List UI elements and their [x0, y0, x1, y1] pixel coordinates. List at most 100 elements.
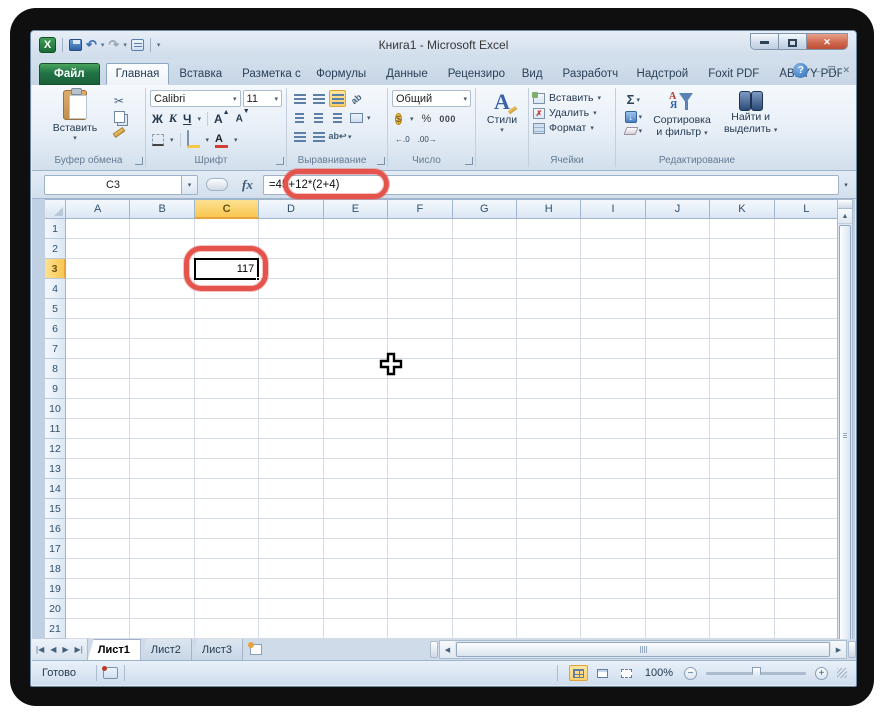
undo-dropdown-icon[interactable]: ▾ — [101, 41, 105, 49]
scroll-left-icon[interactable]: ◀ — [440, 641, 455, 658]
column-header-i[interactable]: I — [581, 199, 645, 219]
tab-данные[interactable]: Данные — [376, 63, 438, 85]
row-header-21[interactable]: 21 — [45, 619, 66, 639]
tab-надстрой[interactable]: Надстрой — [627, 63, 699, 85]
wrap-dropdown-icon[interactable]: ▾ — [348, 133, 352, 141]
grid-column-f[interactable] — [388, 219, 452, 639]
collapse-ribbon-icon[interactable]: ∧ — [780, 65, 787, 76]
borders-icon[interactable] — [152, 134, 164, 146]
number-dialog-launcher-icon[interactable] — [465, 157, 473, 165]
row-header-18[interactable]: 18 — [45, 559, 66, 579]
maximize-button[interactable] — [779, 34, 807, 50]
percent-style-button[interactable]: % — [422, 113, 432, 125]
borders-dropdown-icon[interactable]: ▾ — [170, 136, 174, 144]
first-sheet-icon[interactable]: |◀ — [36, 645, 44, 654]
help-icon[interactable]: ? — [793, 63, 808, 78]
fill-color-button[interactable] — [187, 131, 200, 148]
horizontal-split-handle[interactable] — [848, 641, 856, 658]
grid-column-k[interactable] — [710, 219, 774, 639]
font-family-select[interactable]: Calibri▾ — [150, 90, 241, 107]
align-center-button[interactable] — [310, 109, 327, 126]
redo-icon[interactable]: ↷ — [108, 37, 119, 53]
redo-dropdown-icon[interactable]: ▾ — [123, 41, 127, 49]
row-header-15[interactable]: 15 — [45, 499, 66, 519]
tab-главная[interactable]: Главная — [106, 63, 170, 85]
row-header-19[interactable]: 19 — [45, 579, 66, 599]
currency-dropdown-icon[interactable]: ▾ — [410, 115, 414, 123]
font-color-button[interactable]: А — [215, 131, 228, 148]
insert-cells-button[interactable]: Вставить▾ — [533, 92, 611, 104]
tab-формулы[interactable]: Формулы — [306, 63, 376, 85]
row-header-5[interactable]: 5 — [45, 299, 66, 319]
alignment-dialog-launcher-icon[interactable] — [377, 157, 385, 165]
row-header-13[interactable]: 13 — [45, 459, 66, 479]
grid-column-h[interactable] — [517, 219, 581, 639]
align-middle-button[interactable] — [310, 90, 327, 107]
find-select-button[interactable]: Найти и выделить ▾ — [717, 90, 784, 153]
resize-grip[interactable] — [837, 668, 847, 678]
name-box-dropdown-icon[interactable]: ▾ — [182, 175, 198, 195]
column-header-k[interactable]: K — [710, 199, 774, 219]
merge-dropdown-icon[interactable]: ▾ — [367, 114, 371, 122]
title-bar[interactable]: X ↶▾ ↷▾ ▾ Книга1 - Microsoft Excel ✕ — [31, 31, 856, 59]
formula-bar-splitter[interactable] — [206, 178, 228, 191]
cells-area[interactable]: 117 — [66, 219, 839, 639]
column-header-b[interactable]: B — [130, 199, 194, 219]
increase-indent-button[interactable] — [310, 128, 327, 145]
sheet-tab-лист3[interactable]: Лист3 — [192, 639, 243, 660]
font-color-dropdown-icon[interactable]: ▾ — [234, 136, 238, 144]
column-header-d[interactable]: D — [259, 199, 323, 219]
italic-button[interactable]: К — [169, 111, 177, 126]
page-layout-view-button[interactable] — [593, 665, 612, 681]
styles-button[interactable]: А Стили ▾ — [480, 90, 524, 134]
select-all-corner[interactable] — [45, 199, 66, 219]
workbook-minimize-icon[interactable]: – — [815, 66, 820, 76]
grid-column-d[interactable] — [259, 219, 323, 639]
cut-icon[interactable]: ✂ — [114, 94, 124, 108]
merge-center-button[interactable] — [348, 109, 365, 126]
grid-column-i[interactable] — [581, 219, 645, 639]
page-break-view-button[interactable] — [617, 665, 636, 681]
delete-cells-button[interactable]: ✗ Удалить▾ — [533, 107, 611, 119]
horizontal-scrollbar[interactable]: ◀ ▶ — [439, 640, 847, 659]
align-left-button[interactable] — [291, 109, 308, 126]
tab-вид[interactable]: Вид — [512, 63, 553, 85]
workbook-restore-icon[interactable]: ❐ — [827, 65, 835, 76]
orientation-button[interactable]: ab — [348, 90, 365, 107]
row-header-4[interactable]: 4 — [45, 279, 66, 299]
column-header-e[interactable]: E — [324, 199, 388, 219]
horizontal-scroll-thumb[interactable] — [456, 642, 830, 657]
format-cells-button[interactable]: Формат▾ — [533, 122, 611, 134]
row-header-10[interactable]: 10 — [45, 399, 66, 419]
number-format-select[interactable]: Общий▾ — [392, 90, 471, 107]
insert-function-button[interactable]: fx — [242, 177, 253, 193]
column-header-a[interactable]: A — [66, 199, 130, 219]
zoom-out-button[interactable]: − — [684, 667, 697, 680]
insert-worksheet-button[interactable] — [243, 639, 269, 660]
grid-column-g[interactable] — [453, 219, 517, 639]
vertical-scroll-thumb[interactable] — [839, 225, 851, 644]
tab-вставка[interactable]: Вставка — [169, 63, 232, 85]
tab-рецензиро[interactable]: Рецензиро — [438, 63, 512, 85]
zoom-in-button[interactable]: + — [815, 667, 828, 680]
table-mode-icon[interactable] — [131, 39, 144, 51]
row-header-8[interactable]: 8 — [45, 359, 66, 379]
shrink-font-button[interactable]: A▼ — [236, 112, 250, 124]
column-header-g[interactable]: G — [453, 199, 517, 219]
tab-разметка-с[interactable]: Разметка с — [232, 63, 306, 85]
expand-formula-bar-icon[interactable]: ▾ — [839, 181, 853, 189]
row-header-20[interactable]: 20 — [45, 599, 66, 619]
decrease-decimal-button[interactable]: .00→ — [418, 136, 437, 144]
font-size-select[interactable]: 11▾ — [243, 90, 282, 107]
comma-style-button[interactable]: 000 — [439, 114, 456, 124]
row-header-16[interactable]: 16 — [45, 519, 66, 539]
column-header-j[interactable]: J — [646, 199, 710, 219]
sheet-tab-лист1[interactable]: Лист1 — [88, 639, 141, 660]
undo-icon[interactable]: ↶ — [86, 37, 97, 53]
row-header-6[interactable]: 6 — [45, 319, 66, 339]
macro-record-icon[interactable] — [103, 667, 118, 679]
tab-разработч[interactable]: Разработч — [553, 63, 627, 85]
clipboard-dialog-launcher-icon[interactable] — [135, 157, 143, 165]
fill-color-dropdown-icon[interactable]: ▾ — [206, 136, 210, 144]
underline-button[interactable]: Ч — [183, 112, 191, 126]
